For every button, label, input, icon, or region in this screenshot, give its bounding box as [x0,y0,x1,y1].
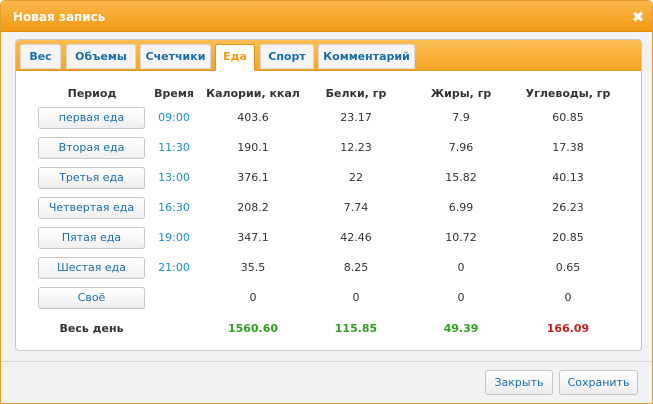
meal-carbs-value: 0.65 [555,261,581,274]
meal-time: 11:30 [158,141,190,154]
tab-food[interactable]: Еда [215,44,255,71]
meal-calories-value: 190.1 [237,141,269,154]
dialog-title: Новая запись [13,10,106,24]
meal-carbs-value: 26.23 [552,201,584,214]
total-proteins: 115.85 [334,322,378,335]
header-calories: Калории, ккал [206,87,300,100]
tab-comment[interactable]: Комментарий [318,44,415,69]
meal-period-button[interactable]: Четвертая еда [38,197,145,219]
tab-bar: Вес Объемы Счетчики Еда Спорт Комментари… [16,40,641,71]
meal-time: 13:00 [158,171,190,184]
meal-carbs-value: 40.13 [552,171,584,184]
meal-period-button[interactable]: Пятая еда [38,227,145,249]
header-carbs: Углеводы, гр [525,87,611,100]
meal-calories-value: 208.2 [237,201,269,214]
tab-counters[interactable]: Счетчики [140,44,211,69]
meal-fats-value: 7.96 [448,141,474,154]
close-button[interactable]: Закрыть [485,370,553,395]
header-fats: Жиры, гр [430,87,492,100]
meal-period-button[interactable]: Вторая еда [38,137,145,159]
tab-panel: Вес Объемы Счетчики Еда Спорт Комментари… [15,39,642,351]
tab-weight[interactable]: Вес [20,44,61,69]
meal-carbs-value: 0 [564,291,572,304]
meal-calories-value: 376.1 [237,171,269,184]
close-icon[interactable]: ✖ [630,9,646,25]
new-entry-dialog: Новая запись ✖ Вес Объемы Счетчики Еда С… [0,0,653,404]
total-carbs: 166.09 [546,322,590,335]
meal-proteins-value: 0 [352,291,360,304]
meal-period-button[interactable]: первая еда [38,107,145,129]
meal-period-button[interactable]: Своё [38,287,145,309]
meal-proteins-value: 23.17 [340,111,372,124]
meal-calories-value: 0 [249,291,257,304]
meal-carbs-value: 60.85 [552,111,584,124]
meal-carbs-value: 17.38 [552,141,584,154]
meal-calories-value: 347.1 [237,231,269,244]
meal-time: 16:30 [158,201,190,214]
meal-fats-value: 10.72 [445,231,477,244]
total-fats: 49.39 [443,322,479,335]
meal-calories-value: 35.5 [240,261,266,274]
meal-time: 21:00 [158,261,190,274]
meal-fats-value: 0 [457,261,465,274]
meal-proteins-value: 12.23 [340,141,372,154]
dialog-titlebar: Новая запись ✖ [1,1,652,32]
meal-fats-value: 7.9 [452,111,470,124]
meal-proteins-value: 22 [349,171,363,184]
meal-proteins-value: 7.74 [343,201,369,214]
footer-divider [1,361,652,362]
meal-period-button[interactable]: Третья еда [38,167,145,189]
save-button[interactable]: Сохранить [559,370,638,395]
meal-period-button[interactable]: Шестая еда [38,257,145,279]
meal-time: 09:00 [158,111,190,124]
meal-calories-value: 403.6 [237,111,269,124]
total-calories: 1560.60 [227,322,279,335]
header-proteins: Белки, гр [325,87,387,100]
meal-fats-value: 6.99 [448,201,474,214]
meal-proteins-value: 42.46 [340,231,372,244]
meal-time: 19:00 [158,231,190,244]
meal-proteins-value: 8.25 [343,261,369,274]
total-label: Весь день [59,322,124,335]
header-period: Период [67,87,117,100]
meal-carbs-value: 20.85 [552,231,584,244]
tab-sport[interactable]: Спорт [260,44,314,69]
meal-fats-value: 15.82 [445,171,477,184]
tab-volumes[interactable]: Объемы [66,44,136,69]
meal-fats-value: 0 [457,291,465,304]
